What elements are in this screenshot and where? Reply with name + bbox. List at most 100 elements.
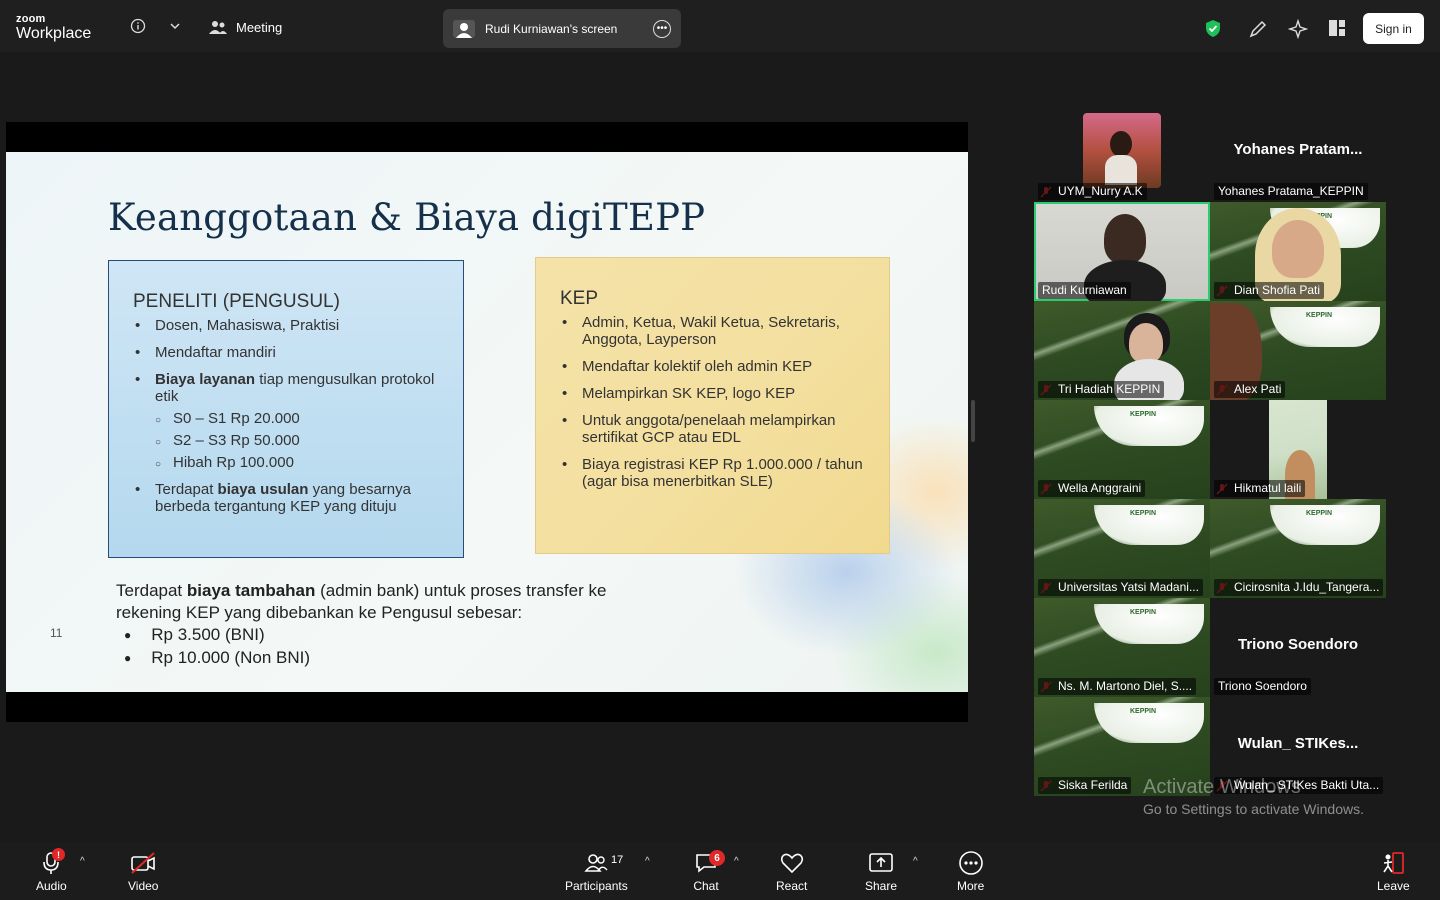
audio-label: Audio (36, 879, 67, 893)
more-options-icon[interactable]: ••• (653, 19, 671, 38)
banner-text: KEPPIN (1130, 609, 1157, 616)
logo-line1: zoom (16, 13, 46, 25)
resize-handle[interactable] (971, 400, 975, 442)
list-item: Biaya registrasi KEP Rp 1.000.000 / tahu… (560, 456, 865, 490)
participants-label: Participants (565, 879, 628, 893)
video-label: Video (128, 879, 159, 893)
participant-name: Alex Pati (1214, 381, 1286, 398)
share-button[interactable]: Share (865, 850, 897, 893)
banner-text: KEPPIN (1130, 510, 1157, 517)
leave-button[interactable]: Leave (1377, 850, 1410, 893)
participant-tile[interactable]: KEPPIN Ns. M. Martono Diel, S.... (1034, 598, 1210, 697)
sub-item: S0 – S1 Rp 20.000 (155, 410, 439, 429)
more-icon (958, 851, 983, 875)
screen-share-pill[interactable]: Rudi Kurniawan's screen ••• (443, 9, 681, 48)
react-button[interactable]: React (776, 850, 807, 893)
participant-name: UYM_Nurry A.K (1038, 183, 1147, 200)
participant-name: Wella Anggraini (1038, 480, 1146, 497)
annotate-icon[interactable] (1248, 19, 1268, 39)
participant-name: Dian Shofia Pati (1214, 282, 1325, 299)
participant-display-name: Triono Soendoro (1238, 636, 1358, 653)
meeting-label: Meeting (236, 19, 283, 35)
bold-text: biaya tambahan (186, 581, 316, 600)
list-item: Untuk anggota/penelaah melampirkan serti… (560, 412, 865, 446)
participants-options-caret[interactable]: ^ (645, 856, 650, 867)
peneliti-box: PENELITI (PENGUSUL) Dosen, Mahasiswa, Pr… (108, 260, 464, 558)
kep-heading: KEP (560, 288, 599, 309)
banner-text: KEPPIN (1130, 708, 1157, 715)
fee-bni: Rp 3.500 (BNI) (116, 624, 656, 647)
list-item: Mendaftar kolektif oleh admin KEP (560, 358, 865, 375)
banner-text: KEPPIN (1130, 411, 1157, 418)
presentation-slide: Keanggotaan & Biaya digiTEPP PENELITI (P… (6, 152, 968, 692)
participant-tile[interactable]: Triono Soendoro Triono Soendoro (1210, 598, 1386, 697)
keppin-banner: KEPPIN (1094, 406, 1204, 446)
sub-item: Hibah Rp 100.000 (155, 454, 439, 473)
meeting-menu[interactable]: Meeting (208, 19, 282, 35)
top-bar: zoom Workplace Meeting Rudi Kurniawan's … (0, 0, 1440, 52)
participant-tile[interactable]: KEPPIN Wella Anggraini (1034, 400, 1210, 499)
participant-video (1083, 113, 1161, 188)
participant-name: Universitas Yatsi Madani... (1038, 579, 1203, 596)
participant-name: Rudi Kurniawan (1038, 282, 1131, 299)
share-label: Share (865, 879, 898, 893)
sign-in-button[interactable]: Sign in (1363, 13, 1424, 44)
video-button[interactable]: Video (128, 850, 158, 893)
kep-list: Admin, Ketua, Wakil Ketua, Sekretaris, A… (560, 314, 865, 490)
keppin-banner: KEPPIN (1094, 703, 1204, 743)
list-item: Terdapat biaya usulan yang besarnya berb… (133, 481, 439, 515)
sub-item: S2 – S3 Rp 50.000 (155, 432, 439, 451)
participant-tile[interactable]: KEPPIN Cicirosnita J.Idu_Tangera... (1210, 499, 1386, 598)
heart-icon (780, 853, 803, 874)
audio-options-caret[interactable]: ^ (80, 856, 85, 867)
participant-name: Triono Soendoro (1214, 678, 1311, 695)
more-button[interactable]: More (957, 850, 984, 893)
list-item: Admin, Ketua, Wakil Ketua, Sekretaris, A… (560, 314, 865, 348)
keppin-banner: KEPPIN (1094, 604, 1204, 644)
peneliti-heading: PENELITI (PENGUSUL) (133, 291, 340, 312)
participants-count: 17 (611, 854, 624, 866)
participant-name: Tri Hadiah KEPPIN (1038, 381, 1165, 398)
keppin-banner: KEPPIN (1270, 505, 1380, 545)
react-label: React (776, 879, 808, 893)
fee-non-bni: Rp 10.000 (Non BNI) (116, 647, 656, 670)
participant-tile[interactable]: Tri Hadiah KEPPIN (1034, 301, 1210, 400)
participant-video (1104, 214, 1146, 264)
participant-tile[interactable]: Hikmatul laili (1210, 400, 1386, 499)
kep-box: KEP Admin, Ketua, Wakil Ketua, Sekretari… (535, 257, 890, 554)
share-options-caret[interactable]: ^ (913, 856, 918, 867)
participant-tile[interactable]: Yohanes Pratam... Yohanes Pratama_KEPPIN (1210, 103, 1386, 202)
participant-tile[interactable]: UYM_Nurry A.K (1034, 103, 1210, 202)
meeting-toolbar: Audio ! ^ Video Participants 17 ^ Chat 6… (0, 842, 1440, 900)
keppin-banner: KEPPIN (1270, 307, 1380, 347)
participant-tile[interactable]: KEPPIN Universitas Yatsi Madani... (1034, 499, 1210, 598)
slide-page-number: 11 (50, 626, 63, 640)
chat-unread-badge: 6 (709, 850, 725, 866)
participant-tile[interactable]: KEPPIN Alex Pati (1210, 301, 1386, 400)
view-layout-icon[interactable] (1328, 19, 1346, 37)
list-item: Mendaftar mandiri (133, 344, 439, 361)
chat-options-caret[interactable]: ^ (734, 856, 739, 867)
activate-windows-subtitle: Go to Settings to activate Windows. (1143, 801, 1364, 817)
ai-companion-icon[interactable] (1288, 19, 1308, 39)
avatar-icon (453, 19, 475, 38)
screen-share-label: Rudi Kurniawan's screen (485, 21, 618, 36)
list-item: Biaya layanan tiap mengusulkan protokol … (133, 371, 439, 473)
participant-display-name: Wulan_ STIKes... (1237, 735, 1359, 752)
participant-name: Yohanes Pratama_KEPPIN (1214, 183, 1368, 200)
fee-sublist: S0 – S1 Rp 20.000 S2 – S3 Rp 50.000 Hiba… (155, 410, 439, 473)
participant-name: Cicirosnita J.Idu_Tangera... (1214, 579, 1384, 596)
share-screen-icon (869, 853, 893, 872)
list-item: Melampirkan SK KEP, logo KEP (560, 385, 865, 402)
extra-fee-note: Terdapat biaya tambahan (admin bank) unt… (116, 580, 656, 670)
people-icon (209, 21, 227, 34)
logo-line2: Workplace (16, 25, 92, 42)
slide-title: Keanggotaan & Biaya digiTEPP (108, 196, 706, 239)
participant-tile-active-speaker[interactable]: Rudi Kurniawan (1034, 202, 1210, 301)
shield-check-icon[interactable] (1204, 19, 1222, 38)
participant-tile[interactable]: KEPPIN Dian Shofia Pati (1210, 202, 1386, 301)
info-icon[interactable] (130, 18, 146, 34)
chevron-down-icon[interactable] (168, 20, 182, 32)
participants-icon (584, 854, 608, 872)
bold-text: Biaya layanan (155, 371, 256, 388)
